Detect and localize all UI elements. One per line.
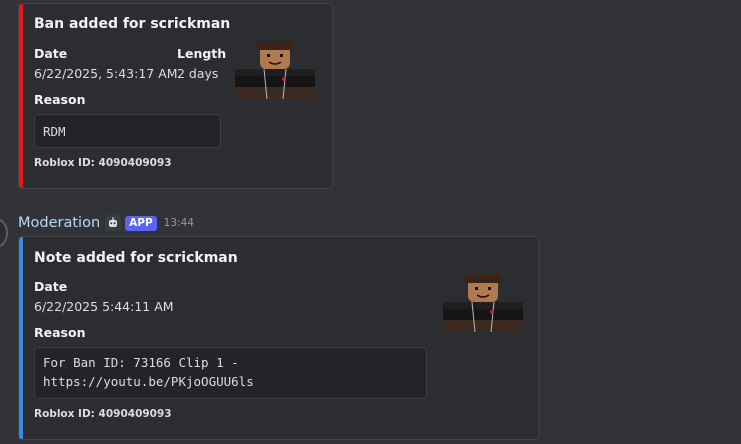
message-timestamp[interactable]: 13:44 — [164, 217, 194, 229]
note-reason-codeblock: For Ban ID: 73166 Clip 1 - https://youtu… — [34, 347, 427, 399]
note-reason-line-2: https://youtu.be/PKjoOGUU6ls — [43, 374, 254, 389]
note-embed: Note added for scrickman Date 6/22/2025 … — [18, 236, 539, 440]
ban-embed-title: Ban added for scrickman — [34, 16, 231, 32]
note-date-value: 6/22/2025 5:44:11 AM — [34, 299, 174, 314]
ban-reason-text: RDM — [43, 124, 66, 139]
note-embed-title: Note added for scrickman — [34, 250, 238, 266]
note-avatar-thumbnail[interactable] — [442, 270, 524, 334]
ban-avatar-thumbnail[interactable] — [234, 37, 316, 101]
ban-date-label: Date — [34, 46, 68, 61]
ban-date-value: 6/22/2025, 5:43:17 AM — [34, 66, 178, 81]
app-badge: APP — [125, 215, 157, 231]
note-reason-label: Reason — [34, 325, 86, 340]
ban-reason-label: Reason — [34, 92, 86, 107]
ban-length-value: 2 days — [177, 66, 219, 81]
note-reason-line-1: For Ban ID: 73166 Clip 1 - — [43, 355, 239, 370]
note-embed-footer: Roblox ID: 4090409093 — [34, 408, 172, 420]
ban-embed: Ban added for scrickman Date 6/22/2025, … — [18, 3, 333, 189]
discord-chat-view: Ban added for scrickman Date 6/22/2025, … — [0, 0, 741, 444]
robot-icon — [105, 215, 122, 231]
message-header: Moderation APP 13:44 — [18, 213, 194, 233]
user-avatar[interactable] — [0, 218, 8, 248]
note-embed-accent-bar — [19, 237, 23, 439]
ban-embed-accent-bar — [19, 4, 23, 188]
ban-reason-codeblock: RDM — [34, 114, 221, 148]
ban-embed-footer: Roblox ID: 4090409093 — [34, 157, 172, 169]
ban-length-label: Length — [177, 46, 227, 61]
note-date-label: Date — [34, 279, 68, 294]
author-username[interactable]: Moderation — [18, 215, 100, 231]
